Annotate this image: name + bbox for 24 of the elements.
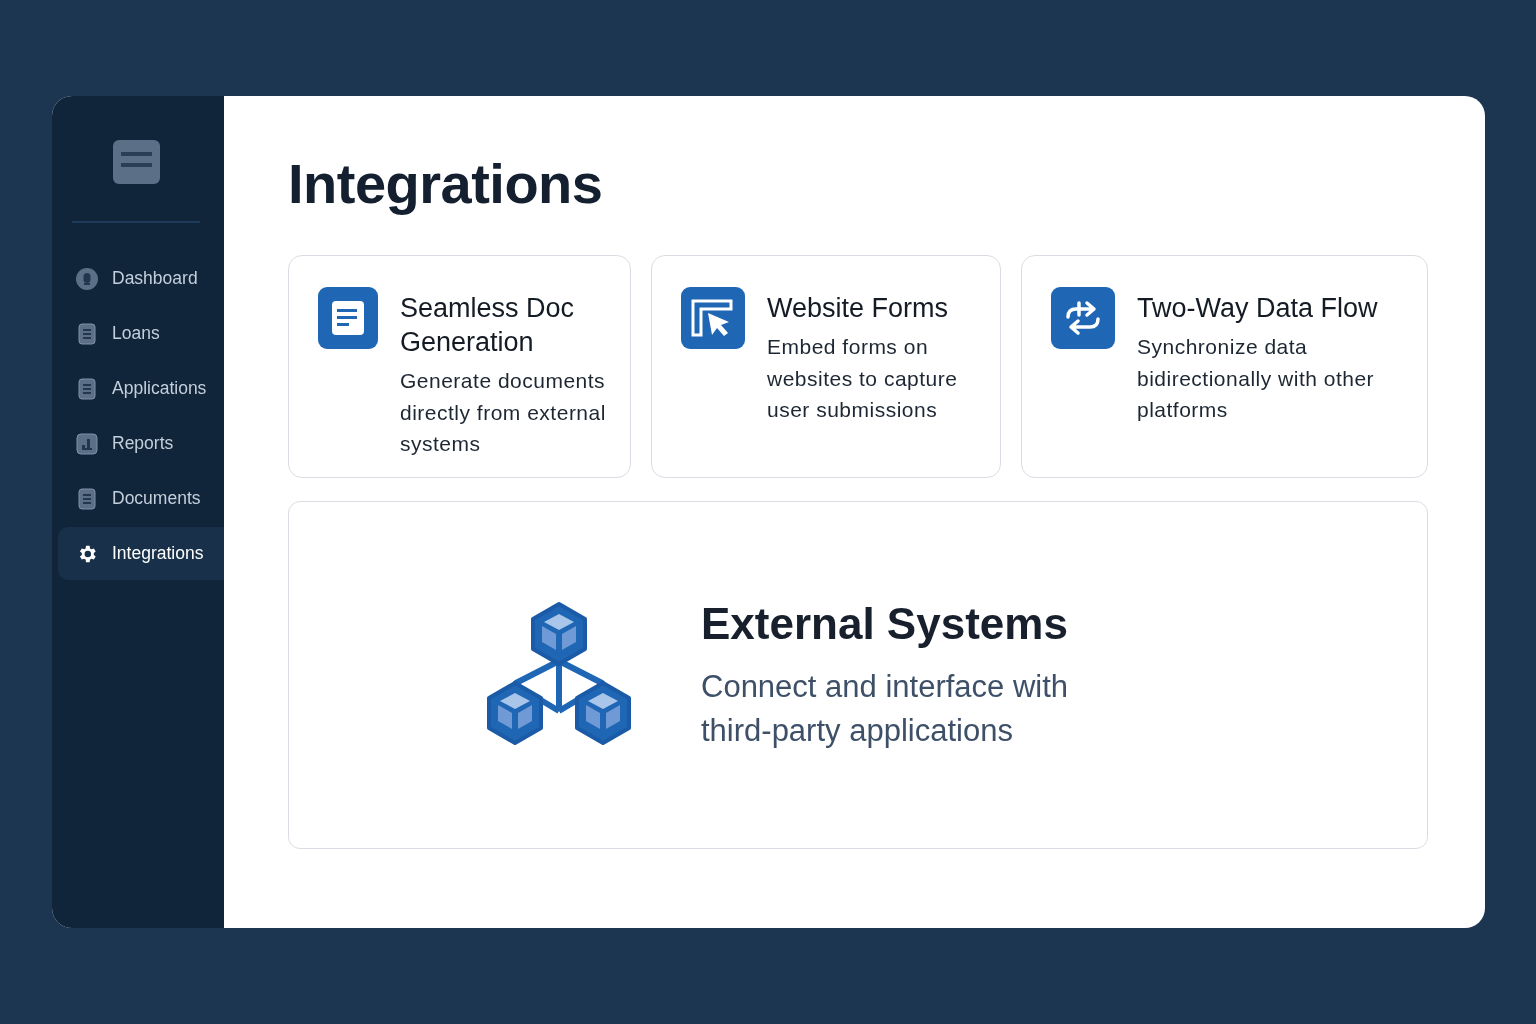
sidebar-item[interactable]: Loans — [58, 307, 224, 360]
highlight-title: External Systems — [701, 598, 1069, 650]
feature-title: Two-Way Data Flow — [1137, 292, 1379, 325]
document-icon — [78, 322, 96, 345]
feature-description: Synchronize data bidirectionally with other platforms — [1137, 334, 1376, 423]
feature-title: Website Forms — [767, 292, 950, 325]
feature-title: Seamless Doc Generation — [400, 292, 576, 359]
arrows-icon — [1051, 287, 1115, 349]
document-icon — [318, 287, 378, 349]
document-icon — [78, 487, 96, 510]
sidebar-item[interactable]: Documents — [58, 472, 224, 525]
feature-description: Generate documents directly from external systems — [400, 368, 607, 457]
highlight-description: Connect and interface with third-party applications — [701, 668, 1070, 750]
dashboard-icon — [76, 267, 98, 290]
cursor-icon — [681, 287, 745, 349]
feature-description: Embed forms on websites to capture user submissions — [767, 334, 959, 423]
document-icon — [78, 377, 96, 400]
sidebar-item[interactable]: Dashboard — [58, 252, 224, 305]
sidebar-item[interactable]: Integrations — [58, 527, 224, 580]
sidebar-item[interactable]: Reports — [58, 417, 224, 470]
page-title: Integrations — [288, 151, 604, 217]
sidebar-item[interactable]: Applications — [58, 362, 224, 415]
logo-icon — [113, 140, 160, 184]
chart-icon — [76, 432, 98, 455]
